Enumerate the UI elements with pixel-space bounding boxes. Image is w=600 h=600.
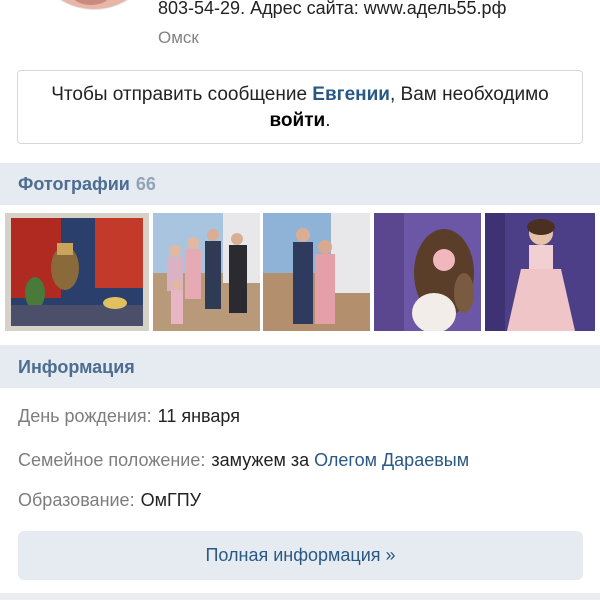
photo-thumbnail-couple[interactable] (263, 213, 370, 331)
photo-thumbnail-painting[interactable] (5, 213, 149, 331)
photo-thumbnail-girl[interactable] (485, 213, 595, 331)
info-title: Информация (18, 357, 135, 377)
hairstyle-photo-image (374, 213, 481, 331)
photos-strip (0, 205, 600, 345)
education-row: Образование: ОмГПУ (18, 490, 201, 511)
city-label: Омск (158, 28, 199, 47)
family-status-value: замужем за (211, 450, 310, 470)
user-name-link[interactable]: Евгении (312, 84, 390, 105)
birthday-value: 11 января (157, 406, 240, 426)
photos-count: 66 (135, 174, 156, 194)
message-login-notice: Чтобы отправить сообщение Евгении, Вам н… (17, 70, 583, 144)
spouse-link[interactable]: Олегом Дараевым (314, 450, 469, 470)
contact-info: 803-54-29. Адрес сайта: www.адель55.рф (158, 0, 507, 18)
birthday-row: День рождения: 11 января (18, 406, 240, 427)
full-info-button[interactable]: Полная информация » (18, 531, 583, 580)
info-section-header: Информация (0, 345, 600, 388)
photos-section-header[interactable]: Фотографии 66 (0, 163, 600, 205)
photos-title-text: Фотографии (18, 174, 130, 194)
girl-photo-image (485, 213, 595, 331)
notice-prefix: Чтобы отправить сообщение (51, 84, 313, 105)
painting-image (5, 213, 149, 331)
photo-thumbnail-group[interactable] (153, 213, 260, 331)
info-section: День рождения: 11 января Семейное положен… (0, 388, 600, 593)
family-status-row: Семейное положение: замужем за Олегом Дар… (18, 450, 469, 471)
login-link[interactable]: войти (270, 110, 326, 131)
couple-photo-image (263, 213, 370, 331)
family-status-label: Семейное положение: (18, 450, 206, 470)
notice-suffix: . (325, 110, 331, 131)
birthday-label: День рождения: (18, 406, 152, 426)
education-label: Образование: (18, 490, 135, 510)
photos-title: Фотографии 66 (18, 174, 156, 195)
photo-thumbnail-hair[interactable] (374, 213, 481, 331)
avatar-image (62, 0, 128, 9)
avatar[interactable] (30, 0, 158, 10)
group-photo-image (153, 213, 260, 331)
notice-middle: , Вам необходимо (389, 84, 549, 105)
education-value: ОмГПУ (140, 490, 202, 510)
profile-header: 803-54-29. Адрес сайта: www.адель55.рф О… (0, 0, 600, 163)
